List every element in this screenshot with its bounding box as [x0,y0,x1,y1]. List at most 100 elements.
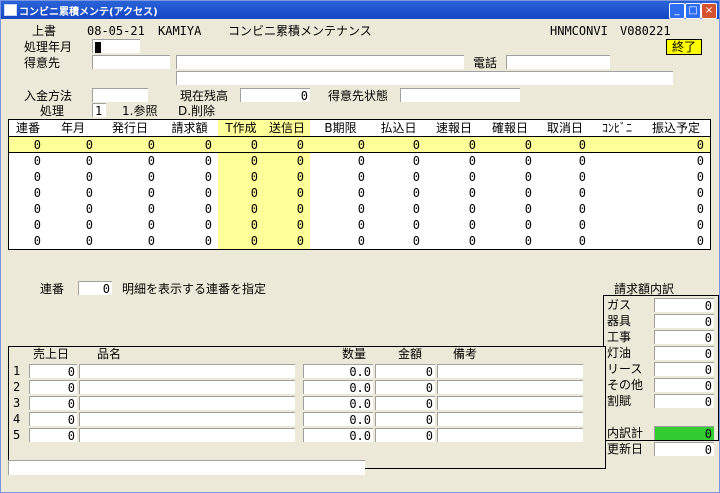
phone-input[interactable] [506,55,610,69]
detail-date-field[interactable]: 0 [29,380,77,395]
detail-qty-field[interactable]: 0.0 [303,380,373,395]
grid1-cell[interactable]: 0 [538,137,586,153]
detail-remarks-field[interactable] [437,412,583,426]
grid1-cell[interactable]: 0 [426,217,476,233]
grid1-cell[interactable]: 0 [264,233,304,249]
grid1-cell[interactable]: 0 [99,185,155,201]
grid1-cell[interactable]: 0 [371,217,420,233]
grid1-cell[interactable]: 0 [371,185,420,201]
grid1-cell[interactable]: 0 [218,217,258,233]
grid1-cell[interactable]: 0 [9,185,41,201]
detail-date-field[interactable]: 0 [29,364,77,379]
detail-remarks-field[interactable] [437,396,583,410]
grid1-cell[interactable]: 0 [161,137,212,153]
grid1-cell[interactable]: 0 [538,201,586,217]
grid1-cell[interactable]: 0 [99,233,155,249]
grid1-cell[interactable]: 0 [310,217,365,233]
grid1-cell[interactable]: 0 [310,233,365,249]
detail-qty-field[interactable]: 0.0 [303,428,373,443]
grid1-cell[interactable]: 0 [218,137,258,153]
grid1-cell[interactable]: 0 [47,137,93,153]
detail-date-field[interactable]: 0 [29,412,77,427]
grid1-cell[interactable]: 0 [310,153,365,169]
grid1-cell[interactable]: 0 [482,201,532,217]
detail-item-field[interactable] [79,428,295,442]
maximize-button[interactable]: □ [685,3,701,19]
detail-remarks-field[interactable] [437,428,583,442]
grid1-cell[interactable]: 0 [482,185,532,201]
detail-item-field[interactable] [79,396,295,410]
grid1-cell[interactable]: 0 [99,153,155,169]
grid1-cell[interactable]: 0 [264,185,304,201]
grid1-cell[interactable]: 0 [426,137,476,153]
grid1-cell[interactable]: 0 [538,153,586,169]
detail-grid[interactable]: 売上日 品名 数量 金額 備考 1 0 0.0 0 2 0 0.0 0 3 0 0.0 0 4 0 0.0 0… [8,346,606,469]
detail-qty-field[interactable]: 0.0 [303,412,373,427]
grid1-cell[interactable]: 0 [47,217,93,233]
grid1-cell[interactable]: 0 [538,185,586,201]
grid1-cell[interactable]: 0 [371,169,420,185]
grid1-cell[interactable]: 0 [642,217,704,233]
grid1-cell[interactable]: 0 [642,169,704,185]
close-button[interactable]: × [701,3,717,19]
grid1-cell[interactable]: 0 [642,201,704,217]
detail-seq-input[interactable]: 0 [78,281,112,296]
detail-amount-field[interactable]: 0 [375,396,435,411]
detail-item-field[interactable] [79,364,295,378]
grid1-cell[interactable]: 0 [99,137,155,153]
grid1-cell[interactable]: 0 [426,185,476,201]
grid1-cell[interactable]: 0 [99,217,155,233]
payment-method-input[interactable] [92,88,148,102]
customer-address-input[interactable] [176,71,673,85]
grid1-cell[interactable]: 0 [642,233,704,249]
grid1-cell[interactable]: 0 [642,153,704,169]
grid1-cell[interactable]: 0 [371,137,420,153]
grid1-cell[interactable]: 0 [218,169,258,185]
grid1-cell[interactable]: 0 [482,217,532,233]
grid1-cell[interactable]: 0 [161,201,212,217]
grid1-cell[interactable]: 0 [642,185,704,201]
process-input[interactable]: 1 [92,103,106,118]
grid1-cell[interactable]: 0 [9,217,41,233]
detail-item-field[interactable] [79,380,295,394]
grid1-cell[interactable]: 0 [426,201,476,217]
grid1-cell[interactable]: 0 [426,153,476,169]
grid1-cell[interactable]: 0 [264,153,304,169]
grid1-cell[interactable]: 0 [99,169,155,185]
detail-item-field[interactable] [79,412,295,426]
grid1-cell[interactable]: 0 [47,233,93,249]
detail-amount-field[interactable]: 0 [375,428,435,443]
grid1-cell[interactable]: 0 [482,137,532,153]
grid1-cell[interactable]: 0 [371,201,420,217]
grid1-cell[interactable]: 0 [218,153,258,169]
grid1-cell[interactable]: 0 [161,217,212,233]
detail-date-field[interactable]: 0 [29,428,77,443]
grid1-cell[interactable]: 0 [161,185,212,201]
grid1-cell[interactable]: 0 [264,201,304,217]
grid1-cell[interactable]: 0 [426,169,476,185]
grid1-cell[interactable]: 0 [9,169,41,185]
grid1-cell[interactable]: 0 [9,153,41,169]
detail-amount-field[interactable]: 0 [375,380,435,395]
grid1-cell[interactable]: 0 [310,201,365,217]
detail-remarks-field[interactable] [437,364,583,378]
period-input[interactable] [92,39,140,53]
title-bar[interactable]: コンビニ累積メンテ(アクセス) _ □ × [1,1,719,19]
billing-grid[interactable]: 連番 年月 発行日 請求額 T作成 送信日 B期限 払込日 速報日 確報日 取消日 ｺﾝﾋﾞﾆ 振込予定… [8,119,711,250]
customer-name-input[interactable] [176,55,464,69]
grid1-cell[interactable]: 0 [99,201,155,217]
detail-amount-field[interactable]: 0 [375,412,435,427]
detail-remarks-field[interactable] [437,380,583,394]
grid1-cell[interactable]: 0 [538,217,586,233]
grid1-cell[interactable]: 0 [161,233,212,249]
minimize-button[interactable]: _ [669,3,685,19]
grid1-cell[interactable]: 0 [218,201,258,217]
grid1-cell[interactable]: 0 [218,233,258,249]
grid1-cell[interactable]: 0 [9,201,41,217]
grid1-cell[interactable]: 0 [482,153,532,169]
grid1-cell[interactable]: 0 [482,169,532,185]
grid1-cell[interactable]: 0 [371,233,420,249]
customer-code-input[interactable] [92,55,170,69]
grid1-cell[interactable]: 0 [47,201,93,217]
grid1-cell[interactable]: 0 [538,169,586,185]
